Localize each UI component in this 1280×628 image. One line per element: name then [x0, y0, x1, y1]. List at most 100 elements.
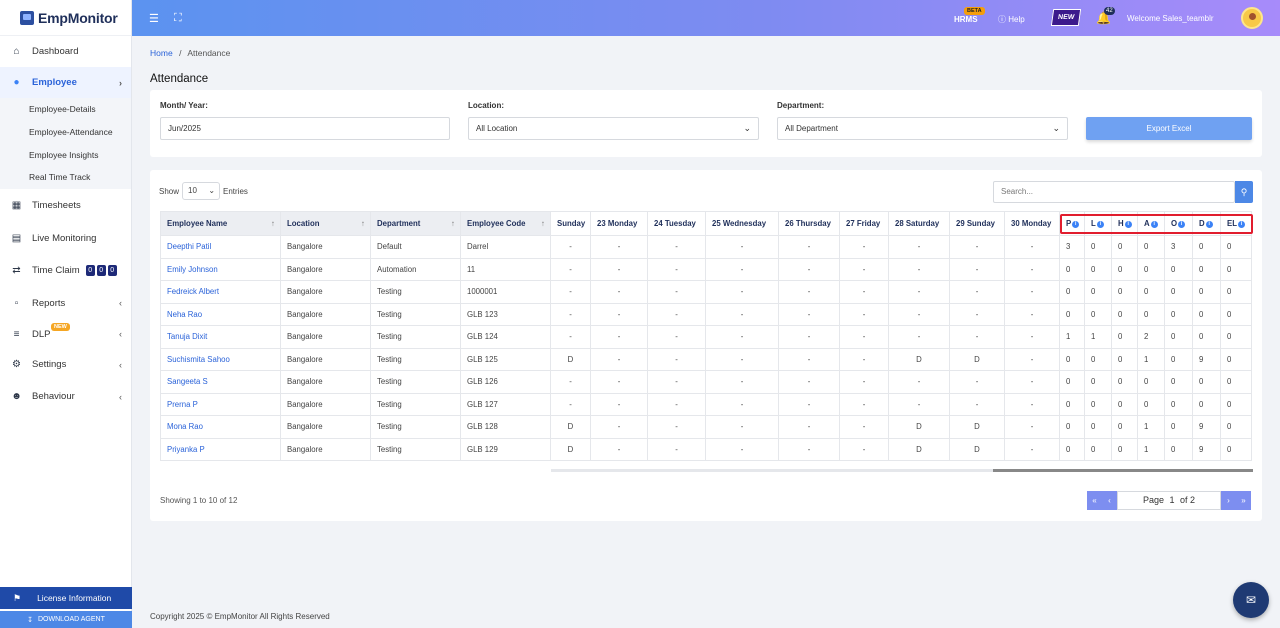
table-cell: -	[778, 280, 840, 304]
attendance-table-card: Show 10 ⌄ Entries Search... ⚲ Employee N…	[150, 170, 1262, 521]
table-cell: 0	[1192, 325, 1221, 349]
column-header[interactable]: Employee Name ↑	[160, 211, 281, 236]
hrms-link[interactable]: HRMS	[954, 15, 978, 24]
table-cell: 0	[1084, 392, 1112, 416]
entries-select[interactable]: 10 ⌄	[182, 182, 221, 200]
sidebar-item-dashboard[interactable]: ⌂ Dashboard	[0, 36, 131, 67]
info-icon[interactable]: i	[1150, 221, 1158, 228]
column-header-label: H	[1118, 219, 1124, 228]
table-cell: -	[949, 325, 1005, 349]
download-agent-button[interactable]: ↧ DOWNLOAD AGENT	[0, 611, 132, 628]
export-excel-button[interactable]: Export Excel	[1086, 117, 1252, 140]
employee-name-link[interactable]: Sangeeta S	[160, 370, 281, 394]
table-cell: Bangalore	[280, 280, 371, 304]
employee-name-link[interactable]: Tanuja Dixit	[160, 325, 281, 349]
table-cell: 0	[1220, 437, 1252, 461]
column-header[interactable]: Location ↑	[280, 211, 371, 236]
table-cell: -	[647, 302, 706, 326]
table-cell: 11	[460, 257, 551, 281]
table-cell: Automation	[370, 257, 461, 281]
search-input[interactable]: Search...	[993, 181, 1235, 203]
chevron-down-icon: ⌄	[743, 123, 751, 133]
department-select[interactable]: All Department ⌄	[777, 117, 1068, 140]
license-label: License Information	[37, 593, 112, 603]
info-icon[interactable]: i	[1237, 221, 1245, 228]
employee-name-link[interactable]: Fedreick Albert	[160, 280, 281, 304]
info-icon[interactable]: i	[1178, 221, 1186, 228]
table-cell: Testing	[370, 392, 461, 416]
table-cell: 1	[1059, 325, 1085, 349]
table-cell: 0	[1084, 370, 1112, 394]
sidebar-item-time-claim[interactable]: ⇄ Time Claim 0 0 0	[0, 255, 131, 287]
help-link[interactable]: ⓘ Help	[998, 14, 1025, 25]
table-cell: 9	[1192, 347, 1221, 371]
employee-name-link[interactable]: Priyanka P	[160, 437, 281, 461]
table-cell: 0	[1137, 302, 1165, 326]
table-cell: -	[705, 392, 779, 416]
topbar: ☰ ⛶ HRMS BETA ⓘ Help NEW 🔔 42 Welcome Sa…	[132, 0, 1280, 36]
location-select[interactable]: All Location ⌄	[468, 117, 759, 140]
sidebar-item-dlp[interactable]: ≡ DLP NEW ‹	[0, 320, 131, 349]
chat-button[interactable]: ✉	[1233, 582, 1269, 618]
page-current-input[interactable]: 1	[1170, 495, 1175, 505]
search-icon: ⚲	[1240, 187, 1248, 197]
license-information-button[interactable]: ⚑ License Information	[0, 587, 132, 609]
column-header: Oi	[1164, 211, 1193, 236]
department-value: All Department	[785, 124, 838, 133]
first-page-button[interactable]: «	[1087, 491, 1102, 510]
scrollbar-thumb[interactable]	[993, 469, 1253, 472]
info-icon[interactable]: i	[1072, 221, 1080, 228]
column-header[interactable]: Employee Code ↑	[460, 211, 551, 236]
sidebar-subitem-employee-attendance[interactable]: Employee-Attendance	[0, 121, 131, 144]
fullscreen-icon[interactable]: ⛶	[174, 12, 182, 25]
table-row: Emily Johnson Bangalore Automation 11- - - - - -…	[160, 257, 1252, 281]
sort-icon[interactable]: ↑	[541, 219, 545, 228]
sort-icon[interactable]: ↑	[451, 219, 455, 228]
sidebar-item-reports[interactable]: ▫ Reports ‹	[0, 287, 131, 320]
next-page-button[interactable]: ›	[1221, 491, 1236, 510]
sort-icon[interactable]: ↑	[361, 219, 365, 228]
menu-icon[interactable]: ☰	[149, 12, 159, 25]
table-row: Neha Rao Bangalore Testing GLB 123- - - - - - - - -…	[160, 302, 1252, 326]
sidebar-subitem-employee-details[interactable]: Employee-Details	[0, 98, 131, 121]
column-header[interactable]: Department ↑	[370, 211, 461, 236]
table-cell: 0	[1220, 235, 1252, 259]
sidebar-item-employee[interactable]: ● Employee ›	[0, 67, 131, 98]
sidebar-item-behaviour[interactable]: ☻ Behaviour ‹	[0, 381, 131, 413]
horizontal-scrollbar[interactable]	[551, 469, 1253, 472]
avatar[interactable]	[1241, 7, 1263, 29]
new-flag-button[interactable]: NEW	[1050, 9, 1082, 26]
sidebar-item-settings[interactable]: ⚙ Settings ‹	[0, 349, 131, 381]
employee-name-link[interactable]: Prerna P	[160, 392, 281, 416]
table-cell: -	[705, 257, 779, 281]
table-cell: 1000001	[460, 280, 551, 304]
info-icon[interactable]: i	[1096, 221, 1104, 228]
search-button[interactable]: ⚲	[1235, 181, 1253, 203]
employee-name-link[interactable]: Emily Johnson	[160, 257, 281, 281]
last-page-button[interactable]: »	[1236, 491, 1251, 510]
sidebar-item-live-monitoring[interactable]: ▤ Live Monitoring	[0, 222, 131, 255]
table-cell: -	[705, 370, 779, 394]
employee-name-link[interactable]: Mona Rao	[160, 415, 281, 439]
employee-name-link[interactable]: Neha Rao	[160, 302, 281, 326]
prev-page-button[interactable]: ‹	[1102, 491, 1117, 510]
column-header: 25 Wednesday	[705, 211, 779, 236]
brand-name: EmpMonitor	[38, 9, 118, 26]
info-icon[interactable]: i	[1205, 221, 1213, 228]
table-cell: Testing	[370, 347, 461, 371]
info-icon[interactable]: i	[1124, 221, 1132, 228]
sidebar-item-timesheets[interactable]: ▦ Timesheets	[0, 189, 131, 222]
month-year-input[interactable]: Jun/2025	[160, 117, 450, 140]
employee-name-link[interactable]: Suchismita Sahoo	[160, 347, 281, 371]
table-cell: 0	[1059, 347, 1085, 371]
column-header-label: Department	[377, 219, 421, 228]
sidebar-subitem-employee-insights[interactable]: Employee Insights	[0, 143, 131, 166]
employee-name-link[interactable]: Deepthi Patil	[160, 235, 281, 259]
sidebar-item-label: Reports	[32, 297, 66, 309]
sidebar-subitem-real-time-track[interactable]: Real Time Track	[0, 166, 131, 189]
table-cell: 0	[1192, 280, 1221, 304]
breadcrumb-home[interactable]: Home	[150, 48, 173, 58]
sort-icon[interactable]: ↑	[271, 219, 275, 228]
brand[interactable]: EmpMonitor	[0, 0, 131, 36]
table-cell: -	[647, 325, 706, 349]
